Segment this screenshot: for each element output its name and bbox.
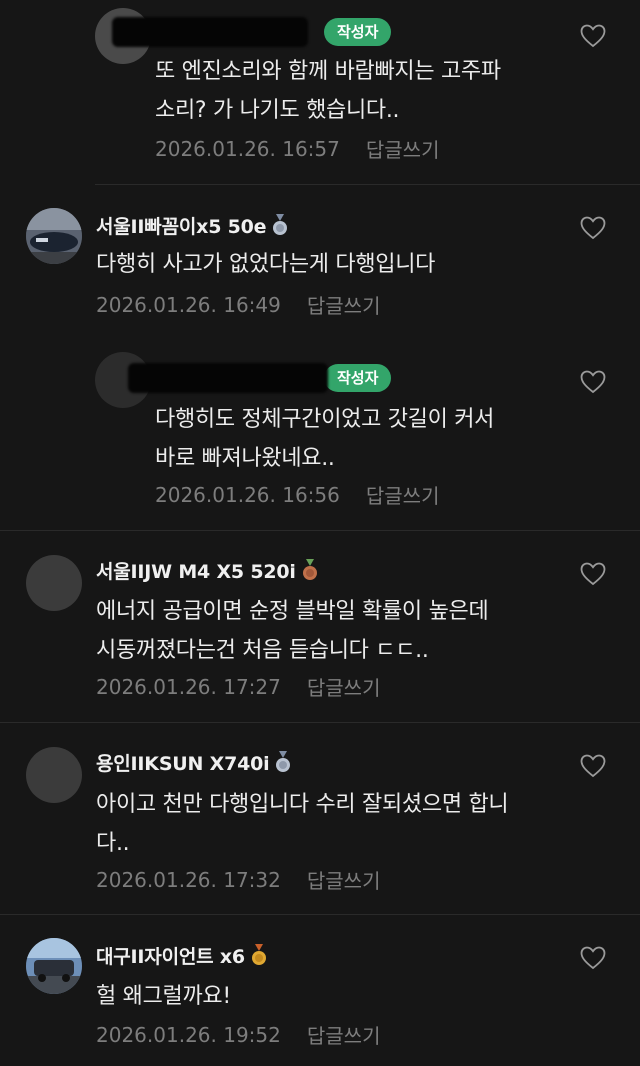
avatar[interactable] (26, 208, 82, 264)
divider (95, 184, 640, 185)
like-heart-icon[interactable] (580, 370, 606, 394)
comment-text-line: 시동꺼졌다는건 처음 듣습니다 ㄷㄷ.. (96, 638, 429, 663)
comment-text-line: 아이고 천만 다행입니다 수리 잘되셨으면 합니 (96, 792, 509, 817)
like-heart-icon[interactable] (580, 562, 606, 586)
avatar[interactable] (26, 555, 82, 611)
author-name[interactable]: 용인IIKSUN X740i (96, 749, 270, 776)
gold-medal-icon (251, 944, 267, 966)
author-name[interactable]: 서울II빠꼼이x5 50e (96, 212, 267, 239)
reply-button[interactable]: 답글쓰기 (366, 134, 440, 163)
comment-text-line: 소리? 가 나기도 했습니다.. (155, 98, 400, 123)
redacted-author-name (112, 17, 308, 47)
comment-text-line: 바로 빠져나왔네요.. (155, 446, 335, 471)
author-name[interactable]: 서울IIJW M4 X5 520i (96, 557, 296, 584)
comment-text-line: 에너지 공급이면 순정 블박일 확률이 높은데 (96, 599, 489, 624)
reply-button[interactable]: 답글쓰기 (307, 672, 381, 701)
reply-button[interactable]: 답글쓰기 (307, 865, 381, 894)
comment-date: 2026.01.26. 16:49 (96, 292, 281, 317)
divider (0, 914, 640, 915)
comment-list: 작성자 또 엔진소리와 함께 바람빠지는 고주파 소리? 가 나기도 했습니다.… (0, 0, 640, 1066)
bronze-medal-icon (302, 559, 318, 581)
like-heart-icon[interactable] (580, 946, 606, 970)
reply-button[interactable]: 답글쓰기 (307, 290, 381, 319)
like-heart-icon[interactable] (580, 24, 606, 48)
comment-date: 2026.01.26. 17:27 (96, 674, 281, 699)
avatar[interactable] (26, 938, 82, 994)
silver-medal-icon (272, 214, 288, 236)
comment-text-line: 헐 왜그럴까요! (96, 984, 231, 1009)
author-badge: 작성자 (324, 364, 392, 392)
divider (0, 722, 640, 723)
silver-medal-icon (275, 751, 291, 773)
like-heart-icon[interactable] (580, 216, 606, 240)
comment-date: 2026.01.26. 16:57 (155, 136, 340, 161)
comment-text-line: 또 엔진소리와 함께 바람빠지는 고주파 (155, 59, 501, 84)
redacted-author-name (128, 363, 328, 393)
reply-button[interactable]: 답글쓰기 (307, 1020, 381, 1049)
comment-date: 2026.01.26. 17:32 (96, 867, 281, 892)
reply-button[interactable]: 답글쓰기 (366, 480, 440, 509)
divider (0, 530, 640, 531)
comment-date: 2026.01.26. 16:56 (155, 482, 340, 507)
like-heart-icon[interactable] (580, 754, 606, 778)
comment-text-line: 다행히도 정체구간이었고 갓길이 커서 (155, 407, 495, 432)
author-badge: 작성자 (324, 18, 392, 46)
avatar[interactable] (26, 747, 82, 803)
comment-text-line: 다.. (96, 831, 130, 856)
comment-text-line: 다행히 사고가 없었다는게 다행입니다 (96, 252, 436, 277)
author-name[interactable]: 대구II자이언트 x6 (96, 942, 245, 969)
comment-date: 2026.01.26. 19:52 (96, 1022, 281, 1047)
